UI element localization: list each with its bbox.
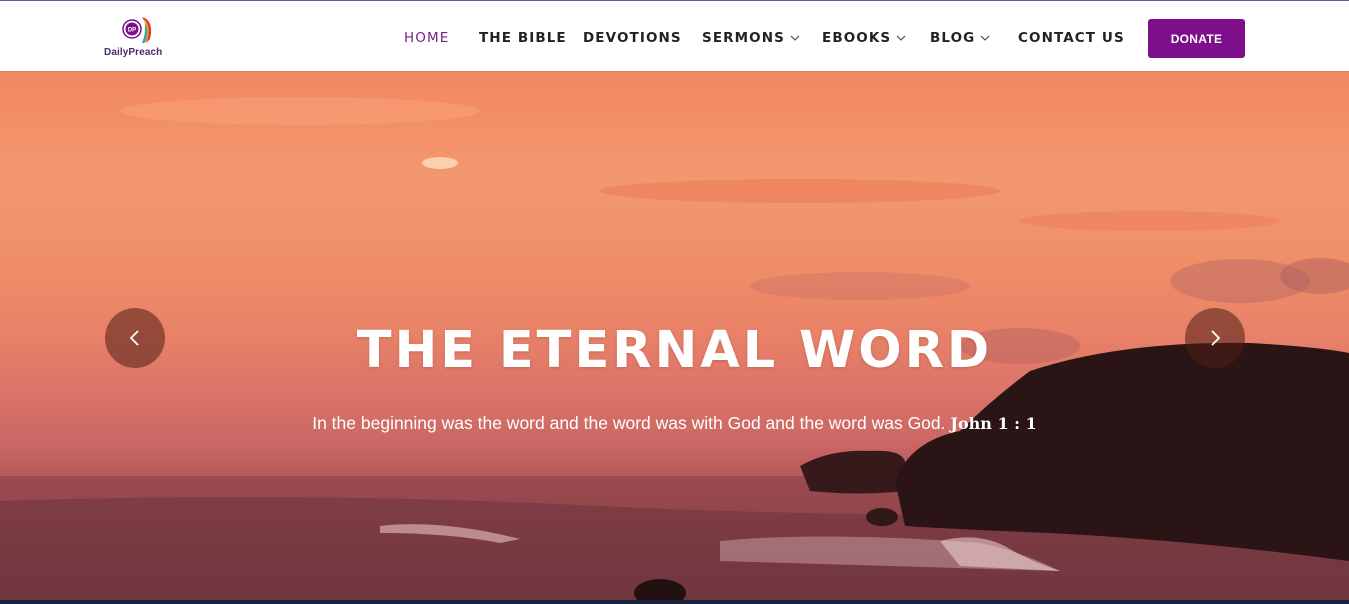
chevron-down-icon <box>980 35 990 41</box>
nav-item-sermons[interactable]: SERMONS <box>702 29 800 47</box>
nav-item-label: THE BIBLE <box>479 30 567 46</box>
nav-item-home[interactable]: HOME <box>404 29 449 47</box>
nav-item-label: SERMONS <box>702 30 785 46</box>
nav-item-label: DEVOTIONS <box>583 30 682 46</box>
chevron-down-icon <box>896 35 906 41</box>
page: DP DailyPreach HOME THE BIBLE DEVOTIONS … <box>0 0 1349 604</box>
nav-item-devotions[interactable]: DEVOTIONS <box>583 29 682 47</box>
hero-subtitle: In the beginning was the word and the wo… <box>0 413 1349 434</box>
hero-slider: THE ETERNAL WORD In the beginning was th… <box>0 71 1349 600</box>
logo-text: DailyPreach <box>104 47 163 58</box>
hero-verse-reference: John 1 : 1 <box>950 414 1037 433</box>
logo-mark-text: DP <box>128 27 136 33</box>
hero-verse-text: In the beginning was the word and the wo… <box>312 413 946 433</box>
chevron-down-icon <box>790 35 800 41</box>
nav-item-label: HOME <box>404 30 450 46</box>
nav-item-label: CONTACT US <box>1018 30 1125 46</box>
site-header: DP DailyPreach HOME THE BIBLE DEVOTIONS … <box>0 0 1349 71</box>
nav-item-blog[interactable]: BLOG <box>930 29 990 47</box>
nav-item-contact-us[interactable]: CONTACT US <box>1018 29 1125 47</box>
nav-item-the-bible[interactable]: THE BIBLE <box>479 29 567 47</box>
logo-mark-icon: DP <box>122 17 152 43</box>
site-logo[interactable]: DP DailyPreach <box>104 13 174 63</box>
hero-title: THE ETERNAL WORD <box>356 321 993 380</box>
nav-item-ebooks[interactable]: EBOOKS <box>822 29 906 47</box>
nav-item-label: EBOOKS <box>822 30 892 46</box>
donate-button[interactable]: DONATE <box>1148 19 1245 58</box>
bottom-section-edge <box>0 600 1349 604</box>
nav-item-label: BLOG <box>930 30 976 46</box>
